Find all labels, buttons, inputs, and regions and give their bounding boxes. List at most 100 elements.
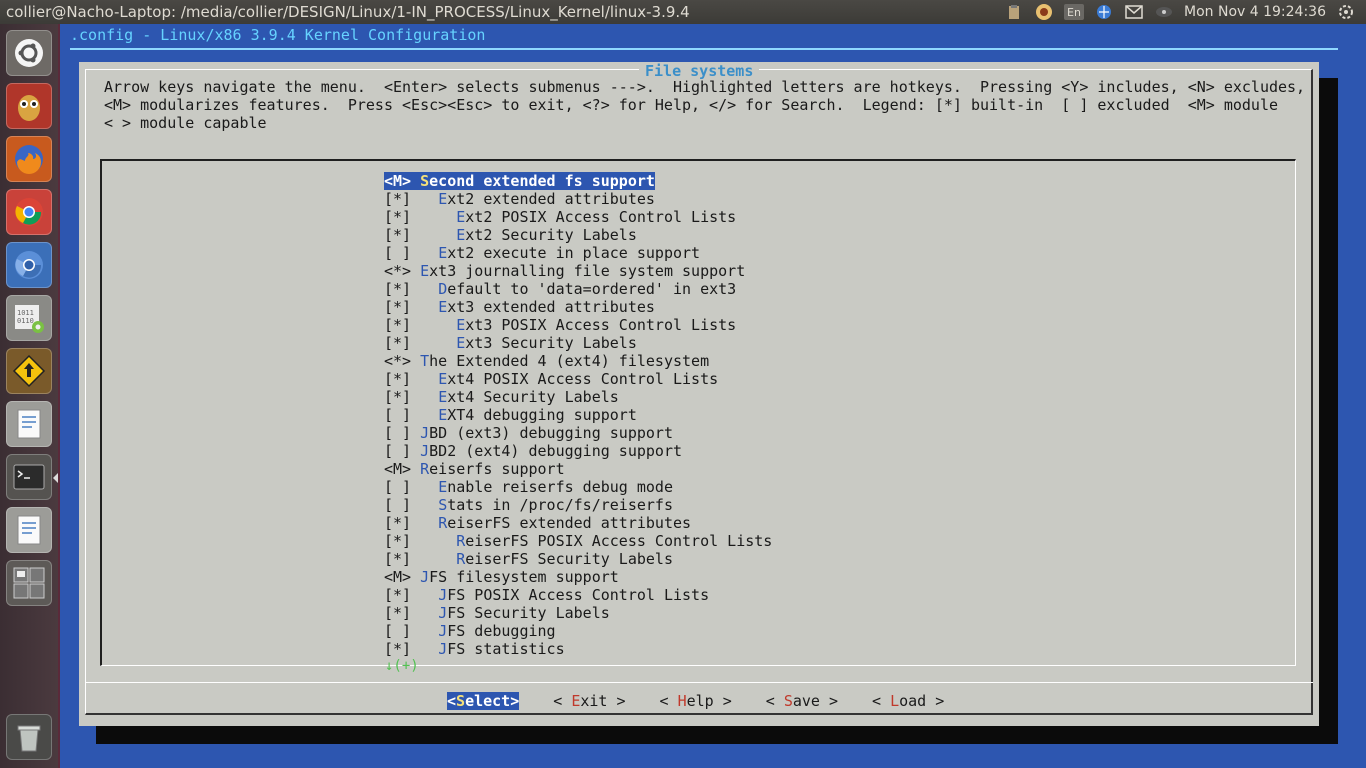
power-gear-icon[interactable] [1336, 3, 1356, 21]
option-state: [*] [384, 532, 412, 550]
config-option[interactable]: <M> Reiserfs support [384, 460, 772, 478]
option-indent [411, 424, 420, 442]
option-indent [411, 262, 420, 280]
launcher-text-editor-2[interactable] [6, 507, 52, 553]
load-button[interactable]: < Load > [872, 692, 944, 710]
network-icon[interactable] [1094, 3, 1114, 21]
option-label: JFS statistics [411, 640, 564, 658]
terminal-window[interactable]: .config - Linux/x86 3.9.4 Kernel Configu… [60, 24, 1366, 768]
config-option[interactable]: [*] ReiserFS POSIX Access Control Lists [384, 532, 772, 550]
config-option[interactable]: [*] Default to 'data=ordered' in ext3 [384, 280, 772, 298]
svg-text:1011: 1011 [17, 309, 34, 317]
launcher-text-editor[interactable] [6, 401, 52, 447]
config-option[interactable]: [*] Ext2 extended attributes [384, 190, 772, 208]
weather-icon[interactable] [1034, 3, 1054, 21]
config-option[interactable]: [*] Ext3 POSIX Access Control Lists [384, 316, 772, 334]
option-state: [*] [384, 280, 412, 298]
option-indent [411, 622, 438, 640]
scroll-more-indicator: ↓(+) [385, 658, 419, 674]
option-hotkey: J [438, 640, 448, 658]
config-option[interactable]: [*] Ext4 POSIX Access Control Lists [384, 370, 772, 388]
system-tray: En Mon Nov 4 19:24:36 [1004, 0, 1366, 24]
option-hotkey: T [420, 352, 430, 370]
launcher-binary-settings[interactable]: 1011 0110 [6, 295, 52, 341]
launcher-owl-app[interactable] [6, 83, 52, 129]
option-text: eiserFS extended attributes [447, 514, 692, 532]
option-state: [*] [384, 334, 412, 352]
dialog-button-bar: <Select> < Exit > < Help > < Save > < Load > [447, 692, 944, 710]
config-option[interactable]: [ ] Ext2 execute in place support [384, 244, 772, 262]
config-option[interactable]: <M> Second extended fs support [384, 172, 772, 190]
option-text: xt3 journalling file system support [429, 262, 746, 280]
option-label: Ext3 POSIX Access Control Lists [411, 316, 736, 334]
config-option[interactable]: [*] JFS Security Labels [384, 604, 772, 622]
option-indent [411, 586, 438, 604]
exit-button[interactable]: < Exit > [553, 692, 625, 710]
option-state: [ ] [384, 478, 412, 496]
launcher-update-manager[interactable] [6, 348, 52, 394]
launcher-firefox[interactable] [6, 136, 52, 182]
option-label: Ext3 Security Labels [411, 334, 637, 352]
launcher-chromium[interactable] [6, 242, 52, 288]
launcher-dash-home[interactable] [6, 30, 52, 76]
option-hotkey: E [456, 334, 466, 352]
help-button[interactable]: < Help > [660, 692, 732, 710]
config-option[interactable]: [*] JFS statistics [384, 640, 772, 658]
option-hotkey: E [456, 208, 466, 226]
config-option[interactable]: [ ] JBD (ext3) debugging support [384, 424, 772, 442]
config-option[interactable]: [*] Ext2 POSIX Access Control Lists [384, 208, 772, 226]
top-panel: collier@Nacho-Laptop: /media/collier/DES… [0, 0, 1366, 24]
option-state: [*] [384, 226, 412, 244]
config-option[interactable]: [*] JFS POSIX Access Control Lists [384, 586, 772, 604]
option-text: xt4 POSIX Access Control Lists [447, 370, 719, 388]
launcher-terminal[interactable] [6, 454, 52, 500]
header-divider [70, 48, 1338, 50]
select-button[interactable]: <Select> [447, 692, 520, 710]
clipboard-icon[interactable] [1004, 3, 1024, 21]
config-option[interactable]: [*] Ext3 Security Labels [384, 334, 772, 352]
option-state: [*] [384, 316, 412, 334]
option-state: [*] [384, 370, 412, 388]
option-label: Ext3 extended attributes [411, 298, 655, 316]
config-option[interactable]: [*] Ext4 Security Labels [384, 388, 772, 406]
option-label: Ext4 Security Labels [411, 388, 619, 406]
option-state: [ ] [384, 244, 412, 262]
config-option[interactable]: [*] ReiserFS extended attributes [384, 514, 772, 532]
clock[interactable]: Mon Nov 4 19:24:36 [1184, 4, 1326, 20]
config-option[interactable]: [*] ReiserFS Security Labels [384, 550, 772, 568]
config-option[interactable]: [ ] EXT4 debugging support [384, 406, 772, 424]
document-icon [17, 409, 41, 439]
config-option[interactable]: [ ] JBD2 (ext4) debugging support [384, 442, 772, 460]
option-label: EXT4 debugging support [411, 406, 637, 424]
option-state: [ ] [384, 622, 412, 640]
config-option[interactable]: [ ] Enable reiserfs debug mode [384, 478, 772, 496]
option-label: Ext4 POSIX Access Control Lists [411, 370, 718, 388]
config-option[interactable]: <M> JFS filesystem support [384, 568, 772, 586]
option-indent [411, 280, 438, 298]
option-text: xt2 POSIX Access Control Lists [465, 208, 737, 226]
launcher-chrome[interactable] [6, 189, 52, 235]
trash-icon [17, 725, 41, 752]
config-option[interactable]: [ ] Stats in /proc/fs/reiserfs [384, 496, 772, 514]
mail-icon[interactable] [1124, 3, 1144, 21]
option-text: econd extended fs support [429, 172, 655, 190]
keyboard-layout-indicator[interactable]: En [1064, 4, 1085, 20]
help-line: < > module capable [104, 114, 267, 132]
config-option[interactable]: [*] Ext2 Security Labels [384, 226, 772, 244]
option-state: [ ] [384, 406, 412, 424]
option-state: [*] [384, 388, 412, 406]
config-option[interactable]: [*] Ext3 extended attributes [384, 298, 772, 316]
config-option[interactable]: <*> Ext3 journalling file system support [384, 262, 772, 280]
sound-icon[interactable] [1154, 3, 1174, 21]
option-label: ReiserFS POSIX Access Control Lists [411, 532, 772, 550]
launcher-trash[interactable] [6, 714, 52, 760]
config-option-list[interactable]: <M> Second extended fs support [*] Ext2 e… [384, 172, 772, 658]
button-hotkey: E [571, 692, 581, 710]
option-indent [411, 298, 438, 316]
option-state: [*] [384, 298, 412, 316]
config-option[interactable]: [ ] JFS debugging [384, 622, 772, 640]
config-option[interactable]: <*> The Extended 4 (ext4) filesystem [384, 352, 772, 370]
option-hotkey: E [456, 316, 466, 334]
save-button[interactable]: < Save > [766, 692, 838, 710]
launcher-workspace-switcher[interactable] [6, 560, 52, 606]
